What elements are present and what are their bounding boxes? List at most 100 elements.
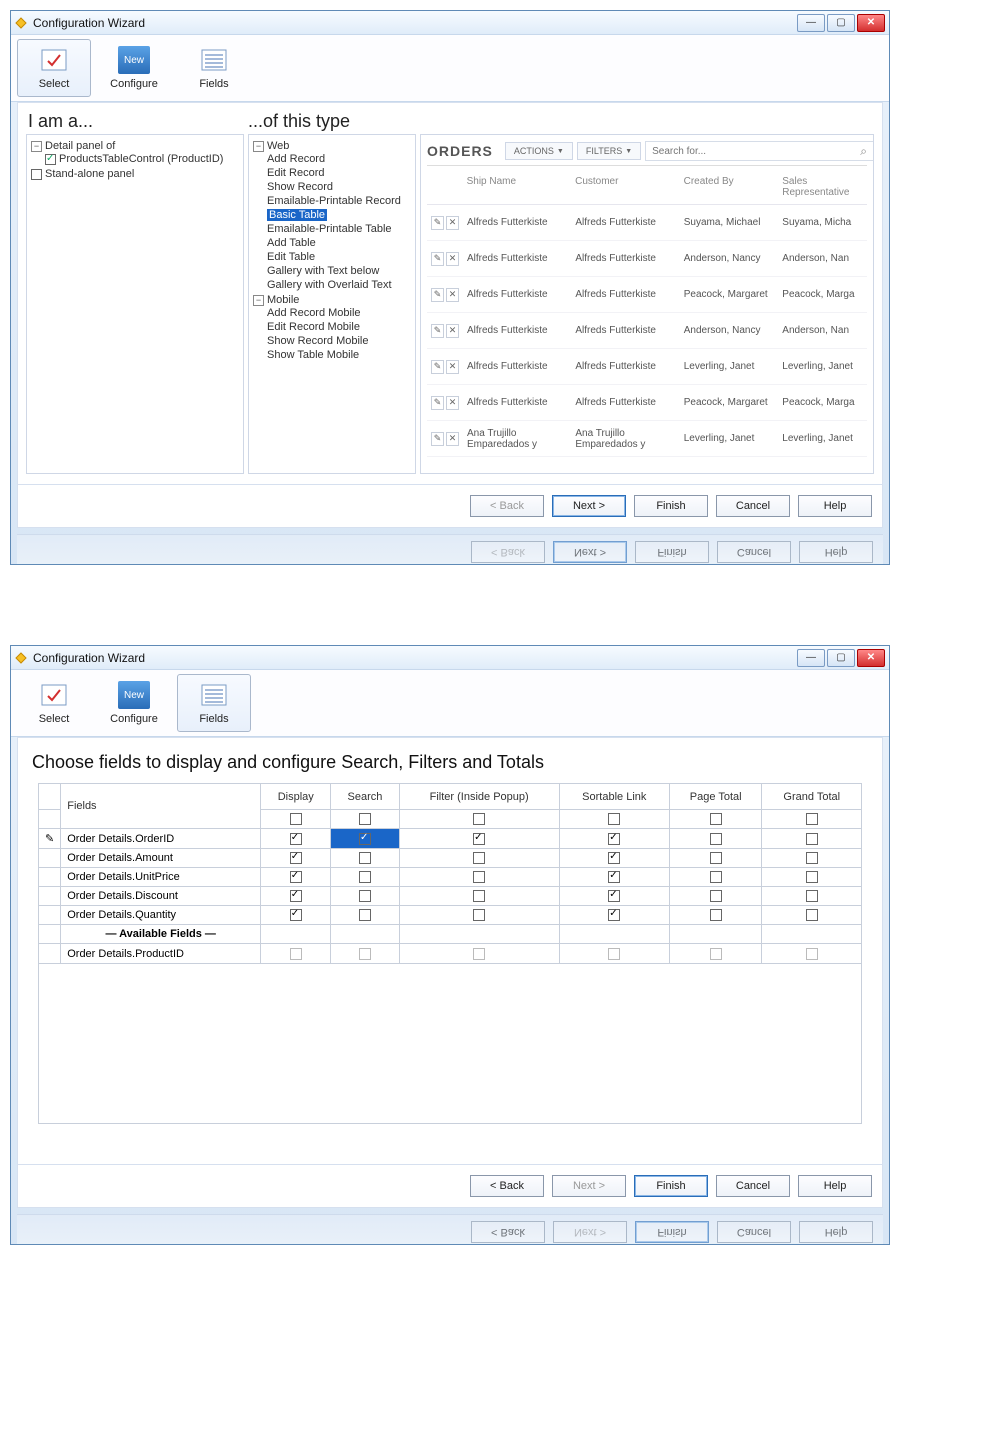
table-row[interactable]: ✎✕Ana Trujillo Emparedados yAna Trujillo… [427,421,867,457]
search-icon[interactable]: ⌕ [860,144,867,159]
help-button[interactable]: Help [798,495,872,517]
tree-item-web[interactable]: Add Record [267,152,411,166]
field-row[interactable]: Order Details.Amount [39,849,862,868]
checkbox[interactable] [290,890,302,902]
tree-item-web[interactable]: Show Record [267,180,411,194]
tree-item-mobile[interactable]: Show Table Mobile [267,348,411,362]
toolbar-select[interactable]: Select [17,39,91,97]
checkbox[interactable] [710,833,722,845]
table-row[interactable]: ✎✕Alfreds FutterkisteAlfreds Futterkiste… [427,385,867,421]
back-button[interactable]: < Back [470,1175,544,1197]
col-salesrep[interactable]: Sales Representative [778,170,867,204]
checkbox-standalone[interactable] [31,169,42,180]
checkbox[interactable] [710,909,722,921]
field-row[interactable]: Order Details.ProductID [39,944,862,963]
back-button[interactable]: < Back [470,495,544,517]
tree-node-detail-panel[interactable]: Detail panel of [45,140,115,152]
table-row[interactable]: ✎✕Alfreds FutterkisteAlfreds Futterkiste… [427,241,867,277]
tree-item-web[interactable]: Gallery with Overlaid Text [267,278,411,292]
tree-item-web[interactable]: Add Table [267,236,411,250]
checkbox-all-search[interactable] [359,813,371,825]
checkbox[interactable] [359,909,371,921]
next-button[interactable]: Next > [552,495,626,517]
checkbox[interactable] [473,948,485,960]
delete-icon[interactable]: ✕ [446,396,459,410]
checkbox-all-filter[interactable] [473,813,485,825]
cancel-button[interactable]: Cancel [716,495,790,517]
maximize-button[interactable]: ▢ [827,649,855,667]
tree-item-mobile[interactable]: Edit Record Mobile [267,320,411,334]
delete-icon[interactable]: ✕ [446,216,459,230]
cancel-button[interactable]: Cancel [716,1175,790,1197]
checkbox[interactable] [473,833,485,845]
tree-node-products[interactable]: ProductsTableControl (ProductID) [59,153,223,165]
tree-item-web[interactable]: Basic Table [267,208,411,222]
delete-icon[interactable]: ✕ [446,252,459,266]
edit-icon[interactable]: ✎ [431,432,444,446]
edit-icon[interactable]: ✎ [431,288,444,302]
checkbox[interactable] [608,833,620,845]
checkbox[interactable] [359,833,371,845]
panel-template-tree[interactable]: −Web Add RecordEdit RecordShow RecordEma… [248,134,416,474]
col-createdby[interactable]: Created By [680,170,779,204]
checkbox[interactable] [806,871,818,883]
edit-icon[interactable]: ✎ [431,324,444,338]
delete-icon[interactable]: ✕ [446,432,459,446]
col-customer[interactable]: Customer [571,170,680,204]
toolbar-fields[interactable]: Fields [177,39,251,97]
finish-button[interactable]: Finish [634,1175,708,1197]
delete-icon[interactable]: ✕ [446,324,459,338]
help-button[interactable]: Help [798,1175,872,1197]
checkbox[interactable] [473,890,485,902]
tree-collapse-icon[interactable]: − [253,295,264,306]
edit-icon[interactable]: ✎ [431,252,444,266]
minimize-button[interactable]: — [797,14,825,32]
tree-collapse-icon[interactable]: − [31,141,42,152]
edit-icon[interactable]: ✎ [431,396,444,410]
checkbox[interactable] [290,909,302,921]
checkbox[interactable] [608,871,620,883]
table-row[interactable]: ✎✕Alfreds FutterkisteAlfreds Futterkiste… [427,205,867,241]
checkbox[interactable] [473,871,485,883]
delete-icon[interactable]: ✕ [446,288,459,302]
checkbox[interactable] [710,890,722,902]
checkbox[interactable] [290,871,302,883]
tree-collapse-icon[interactable]: − [253,141,264,152]
fields-table[interactable]: Fields Display Search Filter (Inside Pop… [38,783,862,964]
field-row[interactable]: Order Details.Discount [39,887,862,906]
filters-dropdown[interactable]: FILTERS▼ [577,142,641,160]
checkbox-all-display[interactable] [290,813,302,825]
checkbox-all-gtot[interactable] [806,813,818,825]
minimize-button[interactable]: — [797,649,825,667]
checkbox[interactable] [359,871,371,883]
table-row[interactable]: ✎✕Alfreds FutterkisteAlfreds Futterkiste… [427,313,867,349]
tree-item-mobile[interactable]: Add Record Mobile [267,306,411,320]
tree-node-web[interactable]: Web [267,140,289,152]
toolbar-fields[interactable]: Fields [177,674,251,732]
checkbox[interactable] [806,890,818,902]
tree-item-web[interactable]: Edit Record [267,166,411,180]
close-button[interactable]: ✕ [857,649,885,667]
delete-icon[interactable]: ✕ [446,360,459,374]
checkbox-all-ptot[interactable] [710,813,722,825]
table-row[interactable]: ✎✕Alfreds FutterkisteAlfreds Futterkiste… [427,349,867,385]
finish-button[interactable]: Finish [634,495,708,517]
checkbox[interactable] [710,871,722,883]
checkbox[interactable] [290,852,302,864]
checkbox[interactable] [290,948,302,960]
checkbox[interactable] [608,909,620,921]
maximize-button[interactable]: ▢ [827,14,855,32]
tree-item-web[interactable]: Emailable-Printable Table [267,222,411,236]
checkbox[interactable] [473,909,485,921]
checkbox[interactable] [608,890,620,902]
checkbox[interactable] [806,852,818,864]
table-row[interactable]: ✎✕Alfreds FutterkisteAlfreds Futterkiste… [427,277,867,313]
checkbox[interactable] [359,948,371,960]
checkbox[interactable] [608,852,620,864]
toolbar-configure[interactable]: New Configure [97,39,171,97]
search-input[interactable] [645,141,874,161]
checkbox[interactable] [473,852,485,864]
edit-icon[interactable]: ✎ [431,216,444,230]
checkbox-products-table[interactable] [45,154,56,165]
tree-node-mobile[interactable]: Mobile [267,294,299,306]
